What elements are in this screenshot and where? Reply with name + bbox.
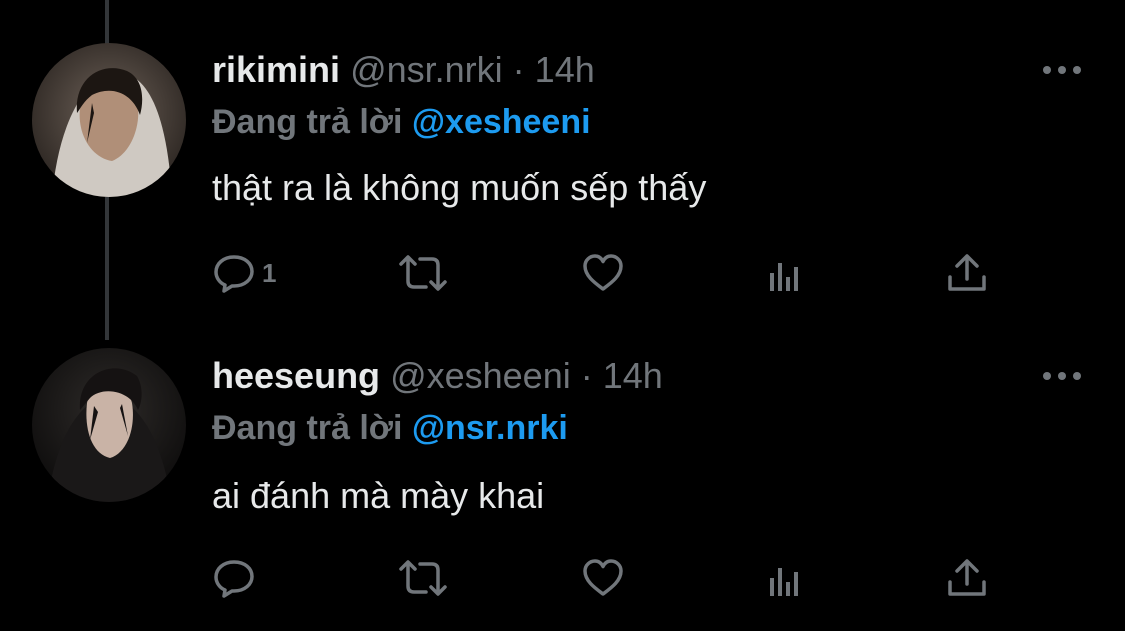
share-icon bbox=[948, 559, 986, 596]
display-name[interactable]: rikimini bbox=[212, 49, 340, 90]
display-name[interactable]: heeseung bbox=[212, 355, 380, 396]
reply-count: 1 bbox=[262, 257, 277, 288]
stats-icon bbox=[770, 568, 798, 596]
avatar-image bbox=[32, 43, 186, 197]
user-handle[interactable]: @xesheeni bbox=[390, 355, 571, 396]
like-button[interactable] bbox=[581, 248, 625, 298]
mention-link[interactable]: @xesheeni bbox=[412, 103, 591, 141]
share-button[interactable] bbox=[945, 248, 989, 298]
retweet-button[interactable] bbox=[396, 248, 450, 298]
view-stats-button[interactable] bbox=[764, 248, 808, 298]
replying-to-label: Đang trả lời bbox=[212, 409, 403, 447]
like-icon bbox=[583, 559, 623, 596]
mention-link[interactable]: @nsr.nrki bbox=[412, 409, 568, 447]
separator-dot: · bbox=[512, 49, 525, 90]
tweet[interactable]: heeseung @xesheeni · 14h Đang trả lời @n… bbox=[0, 320, 1125, 631]
reply-icon bbox=[214, 560, 254, 598]
view-stats-button[interactable] bbox=[764, 553, 808, 603]
more-horizontal-icon bbox=[1043, 66, 1081, 74]
tweet-header: heeseung @xesheeni · 14h bbox=[212, 354, 663, 398]
tweet-header: rikimini @nsr.nrki · 14h bbox=[212, 48, 595, 92]
like-icon bbox=[583, 254, 623, 291]
reply-icon bbox=[214, 255, 254, 293]
retweet-icon bbox=[399, 255, 447, 291]
avatar-image bbox=[32, 348, 186, 502]
reply-button[interactable]: 1 bbox=[212, 248, 276, 298]
more-options-button[interactable] bbox=[1040, 366, 1084, 386]
like-button[interactable] bbox=[581, 553, 625, 603]
retweet-button[interactable] bbox=[396, 553, 450, 603]
tweet[interactable]: rikimini @nsr.nrki · 14h Đang trả lời @x… bbox=[0, 0, 1125, 320]
replying-to-line: Đang trả lời @nsr.nrki bbox=[212, 406, 568, 450]
avatar[interactable] bbox=[32, 348, 186, 502]
retweet-icon bbox=[399, 560, 447, 596]
timestamp[interactable]: 14h bbox=[603, 355, 663, 396]
avatar[interactable] bbox=[32, 43, 186, 197]
tweet-text: thật ra là không muốn sếp thấy bbox=[212, 167, 707, 208]
timestamp[interactable]: 14h bbox=[535, 49, 595, 90]
tweet-text: ai đánh mà mày khai bbox=[212, 475, 545, 516]
stats-icon bbox=[770, 263, 798, 291]
share-button[interactable] bbox=[945, 553, 989, 603]
more-horizontal-icon bbox=[1043, 372, 1081, 380]
separator-dot: · bbox=[580, 355, 593, 396]
replying-to-label: Đang trả lời bbox=[212, 103, 403, 141]
user-handle[interactable]: @nsr.nrki bbox=[350, 49, 503, 90]
reply-button[interactable] bbox=[212, 553, 256, 603]
replying-to-line: Đang trả lời @xesheeni bbox=[212, 100, 591, 144]
share-icon bbox=[948, 254, 986, 291]
more-options-button[interactable] bbox=[1040, 60, 1084, 80]
